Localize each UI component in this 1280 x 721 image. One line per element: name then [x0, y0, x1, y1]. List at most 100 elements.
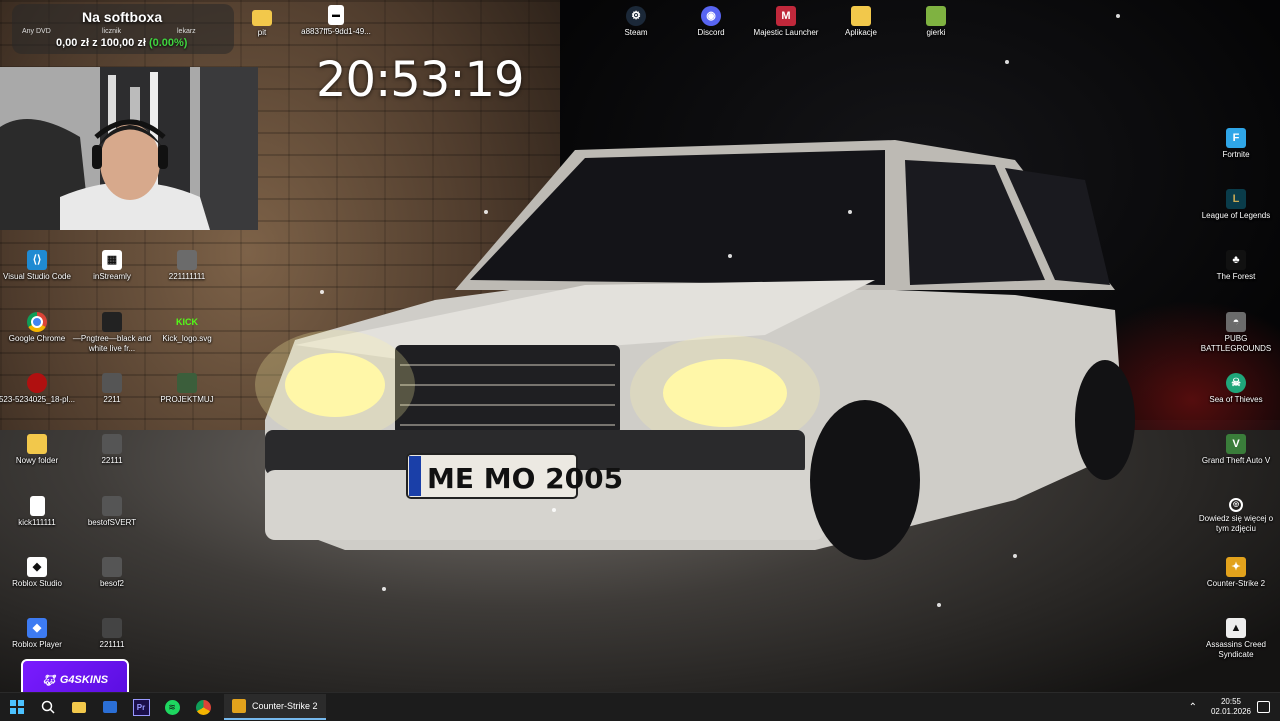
search-button[interactable]: [35, 694, 61, 720]
tray-chevron-up-icon[interactable]: ⌃: [1189, 702, 1197, 713]
desktop-icon-bestofsvert[interactable]: bestofSVERT: [71, 496, 153, 528]
desktop-icon-roblox-player[interactable]: ◆ Roblox Player: [0, 618, 78, 650]
desktop-icon-label: Steam: [624, 28, 648, 37]
desktop-icon-projektmuj[interactable]: PROJEKTMUJ: [146, 373, 228, 405]
goal-title: Na softboxa: [82, 9, 163, 25]
desktop-icon-label: bestofSVERT: [87, 518, 137, 527]
chrome-icon: [27, 312, 47, 332]
taskbar-file-explorer[interactable]: [66, 694, 92, 720]
desktop-icon-label: The Forest: [1216, 272, 1256, 281]
desktop-icon-instreamly[interactable]: ▦ inStreamly: [71, 250, 153, 282]
goal-percent: (0.00%): [148, 37, 188, 49]
desktop-icon-assassins-creed[interactable]: ▲ Assassins Creed Syndicate: [1195, 618, 1277, 660]
desktop-icon-label: 221111111: [168, 272, 206, 281]
desktop-icon-label: PUBG BATTLEGROUNDS: [1200, 334, 1272, 353]
start-button[interactable]: [4, 694, 30, 720]
desktop-icon-221111[interactable]: 221111: [71, 618, 153, 650]
desktop-icon-gierki[interactable]: gierki: [895, 6, 977, 38]
desktop-icon-label: inStreamly: [93, 272, 131, 281]
desktop-icon-label: 221111: [99, 640, 125, 649]
roblox-player-icon: ◆: [27, 618, 47, 638]
image-file-icon: [102, 434, 122, 454]
desktop-icon-file[interactable]: ▬ a8837ff5-9dd1-49...: [295, 5, 377, 37]
tray-clock[interactable]: 20:55 02.01.2026: [1211, 697, 1251, 717]
desktop-icon-label: Aplikacje: [844, 28, 877, 37]
desktop-icon-kick-logo[interactable]: KICK Kick_logo.svg: [146, 312, 228, 344]
desktop-icon-pngtree[interactable]: —Pngtree—black and white live fr...: [71, 312, 153, 354]
desktop-icon-label: Roblox Player: [12, 640, 62, 649]
desktop-icon-label: Kick_logo.svg: [162, 334, 212, 343]
notification-icon[interactable]: [1257, 701, 1270, 713]
majestic-icon: M: [776, 6, 796, 26]
file-icon: ▬: [328, 5, 344, 25]
goal-amount: 0,00 zł z 100,00 zł (0.00%): [56, 37, 187, 49]
desktop-icon-pubg[interactable]: ◓ PUBG BATTLEGROUNDS: [1195, 312, 1277, 354]
desktop-icon-221111111[interactable]: 221111111: [146, 250, 228, 282]
search-icon: [41, 700, 55, 714]
desktop-icon-majestic-launcher[interactable]: M Majestic Launcher: [745, 6, 827, 38]
taskbar-premiere[interactable]: Pr: [128, 694, 154, 720]
image-file-icon: [177, 250, 197, 270]
desktop-icon-pit[interactable]: pit: [221, 8, 303, 38]
desktop-icon-steam[interactable]: ⚙ Steam: [595, 6, 677, 38]
taskbar-app-window[interactable]: [97, 694, 123, 720]
desktop-icon-gta-v[interactable]: V Grand Theft Auto V: [1195, 434, 1277, 466]
desktop-icon-label: 22111: [101, 456, 123, 465]
desktop-icon-label: Nowy folder: [15, 456, 59, 465]
lol-icon: L: [1226, 189, 1246, 209]
image-file-icon: [177, 373, 197, 393]
taskbar: Pr ≋ Counter-Strike 2 ⌃ 20:55 02.01.2026: [0, 692, 1280, 721]
desktop-icon-sea-of-thieves[interactable]: ☠ Sea of Thieves: [1195, 373, 1277, 405]
snowflake: [382, 587, 386, 591]
desktop-icon-label: pit: [257, 28, 267, 37]
desktop-icon-2211[interactable]: 2211: [71, 373, 153, 405]
spotify-icon: ≋: [164, 699, 180, 715]
desktop-icon-league-of-legends[interactable]: L League of Legends: [1195, 189, 1277, 221]
desktop-icon-label: League of Legends: [1201, 211, 1271, 220]
system-tray: ⌃ 20:55 02.01.2026: [1189, 693, 1280, 721]
desktop-icon-discord[interactable]: ◉ Discord: [670, 6, 752, 38]
snowflake: [1005, 60, 1009, 64]
desktop-icon-besof2[interactable]: besof2: [71, 557, 153, 589]
taskbar-active-app-label: Counter-Strike 2: [252, 701, 318, 711]
desktop-icon-vscode[interactable]: ⟨⟩ Visual Studio Code: [0, 250, 78, 282]
snowflake: [1013, 554, 1017, 558]
vscode-icon: ⟨⟩: [27, 250, 47, 270]
desktop-clock: 20:53:19: [316, 52, 525, 108]
desktop-icon-nowy-folder[interactable]: Nowy folder: [0, 434, 78, 466]
desktop-icon-label: —Pngtree—black and white live fr...: [72, 334, 152, 353]
desktop-icon-523-5234025[interactable]: 523-5234025_18-pl...: [0, 373, 78, 405]
gta-icon: V: [1226, 434, 1246, 454]
desktop-icon-label: PROJEKTMUJ: [160, 395, 214, 404]
chrome-icon: [195, 699, 211, 715]
snowflake: [320, 290, 324, 294]
desktop-icon-label: Counter-Strike 2: [1206, 579, 1266, 588]
desktop-icon-the-forest[interactable]: ♣ The Forest: [1195, 250, 1277, 282]
g4skins-label: G4SKINS: [59, 674, 109, 686]
snowflake: [848, 210, 852, 214]
desktop-icon-learn-about-picture[interactable]: ◎ Dowiedz się więcej o tym zdjęciu: [1195, 498, 1277, 534]
folder-icon: [72, 701, 86, 713]
taskbar-spotify[interactable]: ≋: [159, 694, 185, 720]
desktop-icon-chrome[interactable]: Google Chrome: [0, 312, 78, 344]
license-plate-text: ME MO 2005: [427, 462, 623, 495]
snowflake: [728, 254, 732, 258]
desktop-icon-fortnite[interactable]: F Fortnite: [1195, 128, 1277, 160]
desktop-icon-kick111111[interactable]: kick111111: [0, 496, 78, 528]
taskbar-chrome[interactable]: [190, 694, 216, 720]
snowflake: [552, 508, 556, 512]
discord-icon: ◉: [701, 6, 721, 26]
desktop-icon-roblox-studio[interactable]: ◆ Roblox Studio: [0, 557, 78, 589]
desktop-icon-label: Assassins Creed Syndicate: [1205, 640, 1267, 659]
desktop-icon-label: Grand Theft Auto V: [1201, 456, 1271, 465]
desktop-icon-label: besof2: [99, 579, 125, 588]
taskbar-active-app[interactable]: Counter-Strike 2: [224, 694, 326, 720]
webcam-overlay: [0, 67, 258, 230]
desktop-icon-counter-strike-2[interactable]: ✦ Counter-Strike 2: [1195, 557, 1277, 589]
desktop-icon-label: Visual Studio Code: [3, 272, 71, 281]
pubg-icon: ◓: [1226, 312, 1246, 332]
desktop-icon-aplikacje[interactable]: Aplikacje: [820, 6, 902, 38]
desktop-icon-label: Dowiedz się więcej o tym zdjęciu: [1198, 514, 1274, 533]
desktop-icon-22111[interactable]: 22111: [71, 434, 153, 466]
desktop-icon-label: 523-5234025_18-pl...: [0, 395, 76, 404]
